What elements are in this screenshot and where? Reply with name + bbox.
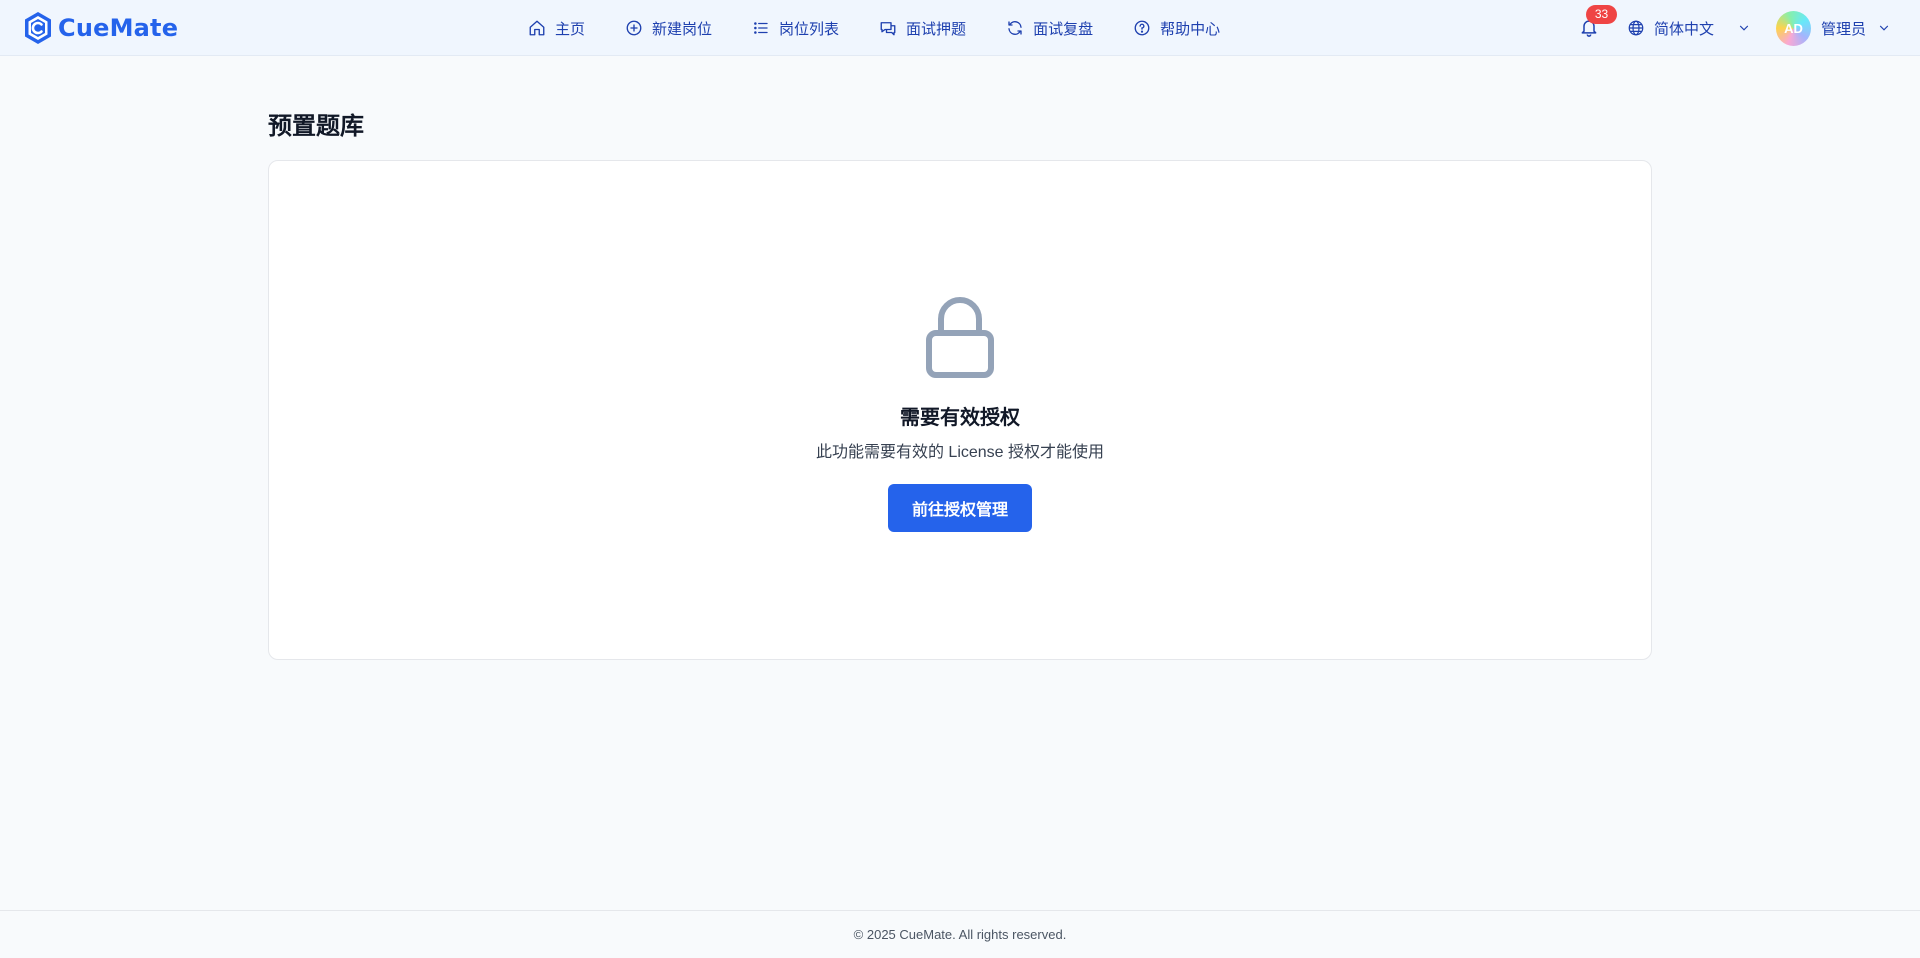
language-label: 简体中文 <box>1654 20 1715 38</box>
language-selector[interactable]: 简体中文 <box>1627 0 1751 56</box>
logo-icon <box>25 12 51 44</box>
main-nav: 主页 新建岗位 岗位列表 面试押题 面试复盘 帮助中心 <box>528 0 1260 56</box>
nav-item-help-center[interactable]: 帮助中心 <box>1133 0 1220 56</box>
notification-count-badge: 33 <box>1586 5 1617 24</box>
nav-item-position-list[interactable]: 岗位列表 <box>752 0 839 56</box>
nav-item-home[interactable]: 主页 <box>528 0 585 56</box>
page-title: 预置题库 <box>268 113 364 140</box>
refresh-icon <box>1008 21 1022 35</box>
globe-icon <box>1628 20 1644 36</box>
chat-icon <box>880 22 896 36</box>
home-icon <box>529 20 545 36</box>
plus-circle-icon <box>626 20 642 36</box>
copyright-text: © 2025 CueMate. All rights reserved. <box>853 927 1067 942</box>
chevron-down-icon <box>1879 25 1889 31</box>
nav-item-label: 主页 <box>555 20 586 38</box>
nav-item-label: 新建岗位 <box>652 20 713 38</box>
nav-item-interview-review[interactable]: 面试复盘 <box>1006 0 1093 56</box>
nav-item-label: 帮助中心 <box>1160 20 1221 38</box>
nav-item-label: 岗位列表 <box>779 20 840 38</box>
user-name: 管理员 <box>1821 20 1867 38</box>
nav-item-interview-questions[interactable]: 面试押题 <box>879 0 966 56</box>
list-icon <box>754 22 768 34</box>
avatar: AD <box>1776 10 1811 46</box>
app-name: CueMate <box>58 14 179 42</box>
app-logo[interactable]: CueMate <box>23 11 178 45</box>
lock-icon <box>926 297 994 378</box>
footer: © 2025 CueMate. All rights reserved. <box>0 910 1920 958</box>
help-circle-icon <box>1134 20 1150 36</box>
license-required-title: 需要有效授权 <box>900 407 1020 429</box>
license-required-description: 此功能需要有效的 License 授权才能使用 <box>815 444 1105 461</box>
nav-item-label: 面试复盘 <box>1033 20 1094 38</box>
chevron-down-icon <box>1739 25 1749 31</box>
top-navigation-bar: CueMate 主页 新建岗位 岗位列表 面试押题 面试复盘 帮助中心 33 简… <box>0 0 1920 56</box>
user-menu[interactable]: AD 管理员 <box>1776 0 1891 56</box>
nav-item-new-position[interactable]: 新建岗位 <box>625 0 712 56</box>
nav-item-label: 面试押题 <box>906 20 967 38</box>
go-to-license-management-button[interactable]: 前往授权管理 <box>888 484 1032 532</box>
